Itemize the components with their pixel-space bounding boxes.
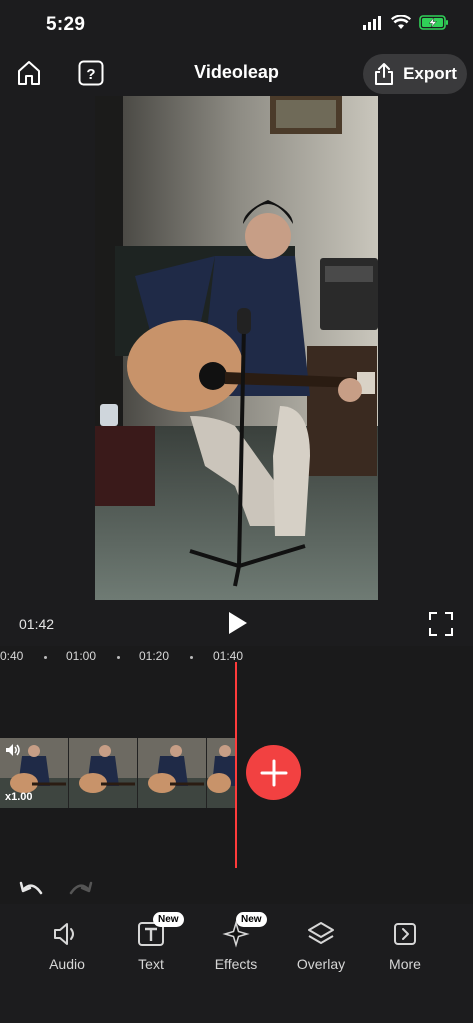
- undo-icon: [19, 881, 43, 895]
- ruler-dot: [190, 656, 193, 659]
- wifi-icon: [391, 15, 411, 29]
- status-time: 5:29: [46, 14, 86, 35]
- toolbar-more[interactable]: More: [365, 918, 445, 972]
- export-label: Export: [403, 64, 457, 83]
- toolbar-label: Text: [138, 956, 164, 972]
- signal-icon: [363, 15, 381, 30]
- clip-thumbnail: [138, 738, 207, 808]
- fullscreen-icon: [429, 612, 453, 636]
- toolbar-audio[interactable]: Audio: [27, 918, 107, 972]
- redo-icon: [69, 881, 93, 895]
- battery-charging-icon: [419, 15, 448, 30]
- toolbar-label: More: [389, 956, 421, 972]
- status-icons: [363, 15, 449, 30]
- toolbar-label: Effects: [214, 956, 258, 972]
- clip-thumbnail: [69, 738, 138, 808]
- status-bar: 5:29: [0, 0, 473, 48]
- clip-volume-icon[interactable]: [5, 743, 21, 762]
- fullscreen-button[interactable]: [427, 610, 455, 638]
- bottom-toolbar: Audio New Text New Effects Overlay More: [0, 904, 473, 1023]
- toolbar-label: Audio: [49, 956, 85, 972]
- current-time: 01:42: [19, 616, 55, 632]
- share-icon: [375, 63, 394, 85]
- undo-button[interactable]: [18, 878, 46, 898]
- new-badge: New: [236, 912, 267, 927]
- nav-bar: ? Videoleap Export: [0, 52, 473, 96]
- video-preview[interactable]: [95, 96, 378, 600]
- layers-icon: [308, 922, 334, 944]
- playhead[interactable]: [235, 662, 237, 868]
- play-icon: [229, 612, 247, 634]
- toolbar-label: Overlay: [296, 956, 346, 972]
- video-clip[interactable]: [0, 738, 237, 808]
- ruler-tick: 01:00: [66, 649, 97, 663]
- ruler-tick: 01:20: [139, 649, 170, 663]
- ruler-dot: [44, 656, 47, 659]
- new-badge: New: [153, 912, 184, 927]
- ruler-tick: 01:40: [213, 649, 244, 663]
- video-frame: [95, 96, 378, 600]
- playback-bar: 01:42: [0, 600, 473, 646]
- ruler-dot: [117, 656, 120, 659]
- toolbar-text[interactable]: New Text: [111, 912, 191, 972]
- export-button[interactable]: Export: [363, 54, 467, 94]
- toolbar-effects[interactable]: New Effects: [196, 912, 276, 972]
- undo-redo-bar: [0, 876, 473, 900]
- redo-button[interactable]: [66, 878, 94, 898]
- chevron-right-icon: [394, 923, 416, 945]
- plus-icon: [260, 759, 287, 786]
- speaker-icon: [54, 923, 74, 945]
- add-media-button[interactable]: [246, 745, 301, 800]
- clip-thumbnail: [207, 738, 237, 808]
- clip-speed: x1.00: [5, 791, 33, 803]
- toolbar-overlay[interactable]: Overlay: [281, 918, 361, 972]
- play-button[interactable]: [224, 610, 250, 636]
- ruler-tick: 0:40: [0, 649, 24, 663]
